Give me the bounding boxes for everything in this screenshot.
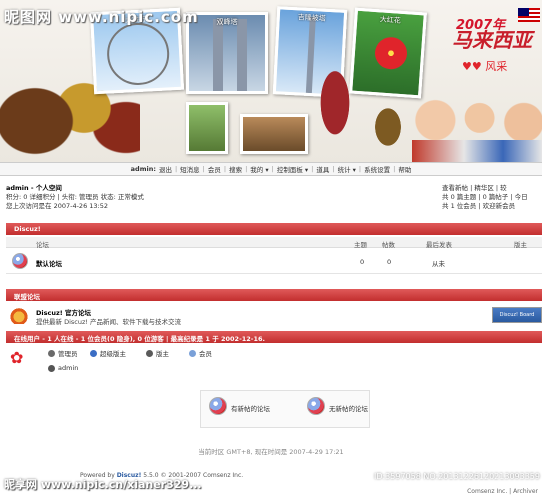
col-posts: 帖数 bbox=[382, 241, 395, 249]
legend-label: 会员 bbox=[199, 350, 212, 358]
tower-icon bbox=[213, 19, 223, 91]
col-moderators: 版主 bbox=[514, 241, 527, 249]
photo-caption: 大红花 bbox=[379, 15, 402, 25]
photo-caption: 吉隆坡塔 bbox=[297, 13, 326, 23]
ferris-wheel-icon bbox=[105, 21, 171, 87]
hearts-icon: ♥♥ 风采 bbox=[462, 60, 508, 73]
nav-item-control-panel[interactable]: 控制面板 ▾ bbox=[277, 164, 308, 174]
nav-item-help[interactable]: 帮助 bbox=[398, 164, 411, 174]
legend-label: 超级版主 bbox=[100, 350, 126, 358]
header-banner: 大旅行 双峰塔 吉隆坡塔 大红花 2007年 马来西亚 ♥♥ 风采 昵图网 ww… bbox=[0, 0, 542, 162]
photo-caption: 双峰塔 bbox=[216, 18, 238, 26]
legend-member: 会员 bbox=[189, 348, 212, 358]
footer-time: 当前时区 GMT+8, 现在时间是 2007-4-29 17:21 bbox=[198, 448, 344, 456]
image-id-watermark: ID:3597058 NO:20131226120213093359 bbox=[373, 472, 540, 481]
user-info: admin - 个人空间 积分: 0 详细积分 | 头衔: 管理员 状态: 正常… bbox=[6, 184, 144, 211]
last-visit: 您上次访问是在 2007-4-26 13:52 bbox=[6, 202, 109, 210]
dancer-image bbox=[310, 66, 360, 158]
forum-icon-legend: 有新帖的论坛 无新帖的论坛 bbox=[200, 390, 370, 428]
online-users: ✿ 管理员 超级版主 版主 会员 admin bbox=[6, 342, 542, 372]
legend-nonew-label: 无新帖的论坛 bbox=[329, 405, 368, 413]
member-icon bbox=[189, 349, 196, 357]
legend-label: 管理员 bbox=[58, 350, 78, 358]
tower-icon bbox=[237, 19, 247, 91]
forum-column-headers: 论坛 主题 帖数 最后发表 版主 bbox=[6, 237, 542, 249]
flower-icon: ✿ bbox=[10, 348, 24, 367]
forum-row: 默认论坛 0 0 从未 bbox=[6, 250, 542, 274]
online-username[interactable]: admin bbox=[58, 364, 78, 372]
legend-mod: 版主 bbox=[146, 348, 169, 358]
nav-item-tools[interactable]: 道具 bbox=[316, 164, 329, 174]
league-header: 联盟论坛 bbox=[6, 289, 542, 301]
category-title[interactable]: Discuz! bbox=[14, 225, 41, 233]
league-badge[interactable]: Discuz! Board bbox=[492, 307, 542, 323]
nav-item-system-settings[interactable]: 系统设置 bbox=[364, 164, 390, 174]
legend-admin: 管理员 bbox=[48, 348, 78, 358]
forum-threads: 0 bbox=[360, 258, 365, 266]
online-user[interactable]: admin bbox=[48, 364, 78, 372]
nav-username[interactable]: admin: bbox=[131, 165, 156, 173]
top-nav: admin: 退出 | 短消息 | 会员 | 搜索 | 我的 ▾ | 控制面板 ▾ | 道具… bbox=[0, 162, 542, 176]
watermark: 昵图网 www.nipic.com bbox=[4, 8, 199, 26]
forum-posts: 0 bbox=[387, 258, 392, 266]
quick-links[interactable]: 查看新帖 | 精华区 | 较 bbox=[442, 184, 542, 193]
forum-status-icon bbox=[12, 253, 28, 269]
nav-item-members[interactable]: 会员 bbox=[208, 164, 221, 174]
legend-label: 版主 bbox=[156, 350, 169, 358]
user-icon bbox=[48, 364, 55, 372]
super-moderator-icon bbox=[90, 349, 97, 357]
col-lastpost: 最后发表 bbox=[426, 241, 452, 249]
banner-title: 马来西亚 bbox=[452, 28, 532, 52]
col-threads: 主题 bbox=[354, 241, 367, 249]
member-stats: 共 1 位会员 | 欢迎新会员 bbox=[442, 202, 516, 210]
footer-links[interactable]: Comsenz Inc. | Archiver bbox=[467, 488, 538, 495]
no-new-posts-icon bbox=[307, 397, 325, 415]
thread-stats: 共 0 篇主题 | 0 篇帖子 | 今日 bbox=[442, 193, 528, 201]
moderator-icon bbox=[146, 349, 153, 357]
mask-image bbox=[368, 98, 408, 156]
legend-new-label: 有新帖的论坛 bbox=[231, 405, 270, 413]
malaysia-flag-icon bbox=[518, 8, 540, 22]
discuz-logo-icon bbox=[8, 306, 30, 324]
board-stats: 查看新帖 | 精华区 | 较 共 0 篇主题 | 0 篇帖子 | 今日 共 1 … bbox=[442, 184, 542, 211]
banner-photo-orangutan bbox=[186, 102, 228, 154]
category-header[interactable]: Discuz! bbox=[6, 223, 542, 235]
people-faces-image bbox=[412, 86, 542, 162]
banner-subtitle: 风采 bbox=[485, 60, 508, 73]
nav-item-logout[interactable]: 退出 bbox=[159, 164, 172, 174]
banner-photo-dancers bbox=[240, 114, 308, 154]
user-credits: 积分: 0 详细积分 | 头衔: 管理员 状态: 正常模式 bbox=[6, 193, 144, 201]
nav-item-my[interactable]: 我的 ▾ bbox=[250, 164, 268, 174]
admin-icon bbox=[48, 349, 55, 357]
nav-item-messages[interactable]: 短消息 bbox=[180, 164, 200, 174]
forum-lastpost: 从未 bbox=[432, 260, 445, 268]
hibiscus-icon bbox=[373, 36, 409, 71]
forum-name[interactable]: 默认论坛 bbox=[36, 258, 62, 268]
user-space-link[interactable]: admin - 个人空间 bbox=[6, 184, 144, 193]
legend-super-mod: 超级版主 bbox=[90, 348, 126, 358]
league-forum-desc: 提供最新 Discuz! 产品新闻、软件下载与技术交流 bbox=[36, 318, 182, 326]
banner-photo-hibiscus: 大红花 bbox=[349, 7, 427, 99]
league-row: Discuz! 官方论坛 提供最新 Discuz! 产品新闻、软件下载与技术交流… bbox=[6, 303, 542, 329]
new-posts-icon bbox=[209, 397, 227, 415]
nav-item-stats[interactable]: 统计 ▾ bbox=[338, 164, 356, 174]
nav-item-search[interactable]: 搜索 bbox=[229, 164, 242, 174]
league-title: 联盟论坛 bbox=[14, 293, 40, 301]
col-forum: 论坛 bbox=[36, 241, 49, 249]
